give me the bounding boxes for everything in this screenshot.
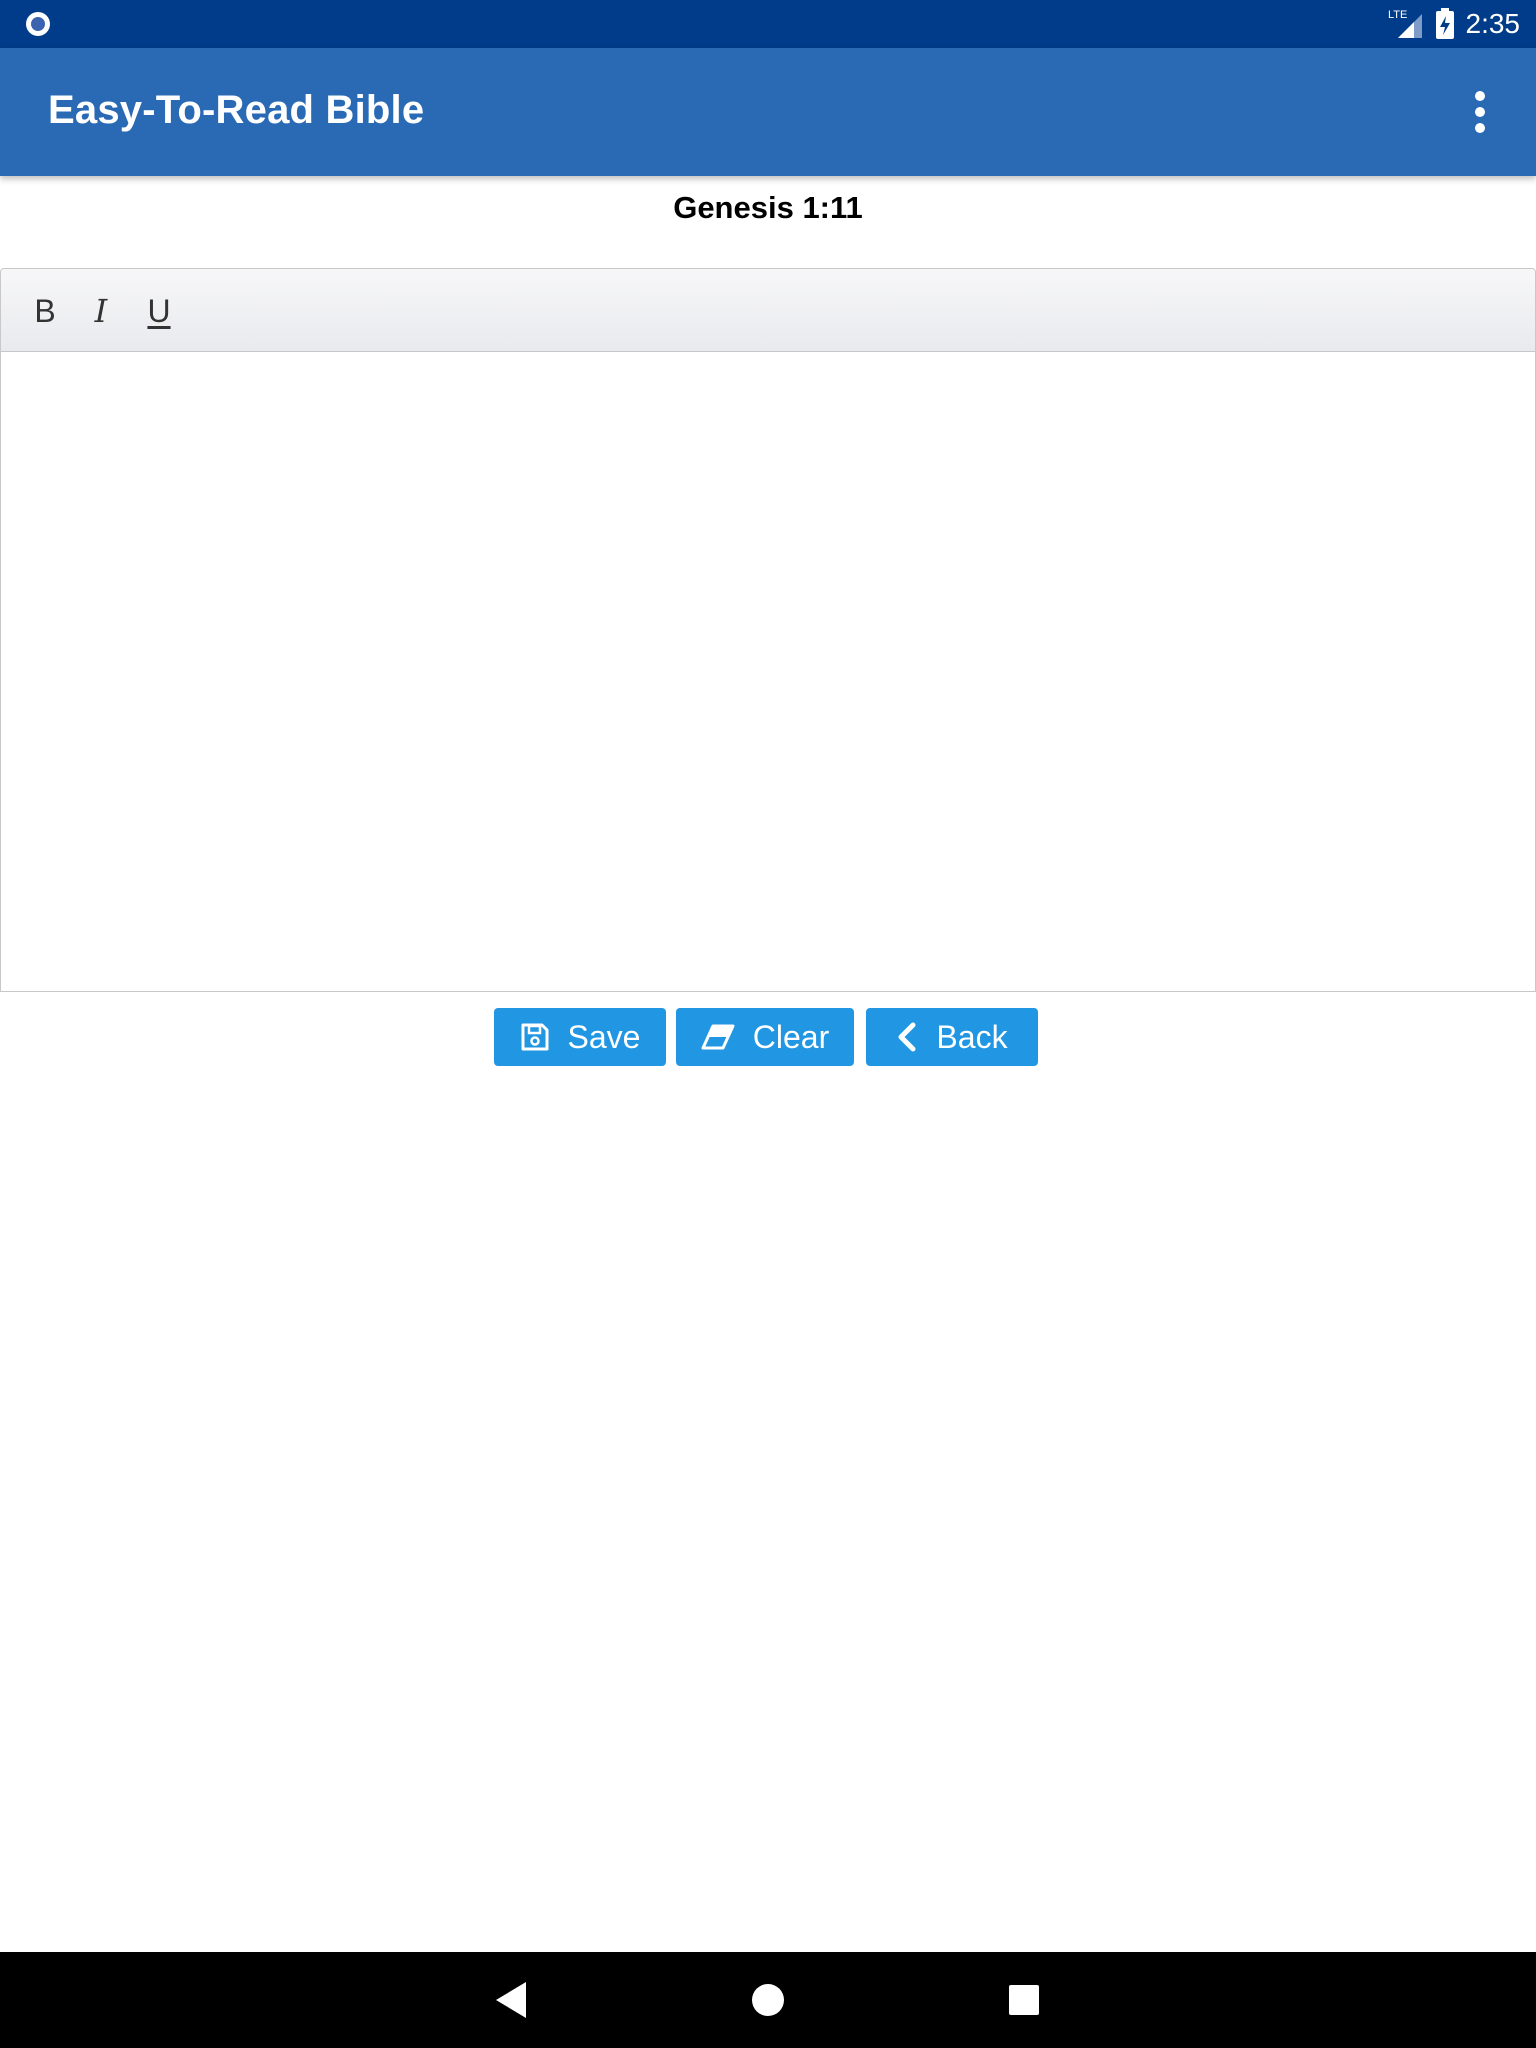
system-navigation-bar	[0, 1952, 1536, 2048]
overflow-menu-button[interactable]	[1448, 80, 1512, 144]
bold-button[interactable]: B	[23, 289, 67, 333]
more-vert-icon	[1475, 91, 1485, 133]
italic-button[interactable]: I	[79, 289, 123, 333]
clear-button[interactable]: Clear	[676, 1008, 854, 1066]
floppy-disk-icon	[521, 1023, 549, 1051]
eraser-icon	[701, 1024, 735, 1050]
status-time: 2:35	[1465, 8, 1521, 39]
clear-button-label: Clear	[752, 1018, 830, 1055]
app-title: Easy-To-Read Bible	[48, 88, 425, 132]
editor-toolbar: B I U	[1, 269, 1535, 352]
back-button[interactable]: Back	[866, 1008, 1038, 1066]
save-button-label: Save	[567, 1018, 641, 1055]
svg-text:LTE: LTE	[1388, 9, 1407, 21]
lte-signal-icon: LTE	[1388, 9, 1422, 38]
nav-home-icon[interactable]	[744, 1976, 792, 2024]
app-bar: Easy-To-Read Bible	[0, 48, 1536, 176]
nav-back-icon[interactable]	[488, 1976, 536, 2024]
battery-charging-icon	[1435, 8, 1454, 39]
status-bar: LTE 2:35	[0, 0, 1536, 48]
back-button-label: Back	[936, 1018, 1008, 1055]
nav-recents-icon[interactable]	[1000, 1976, 1048, 2024]
status-indicators: LTE 2:35	[1388, 0, 1521, 48]
underline-button[interactable]: U	[137, 289, 181, 333]
verse-reference: Genesis 1:11	[673, 190, 863, 225]
note-editor: B I U	[0, 268, 1536, 992]
chevron-left-icon	[898, 1022, 916, 1052]
notification-circle-icon	[26, 12, 50, 36]
note-text-area[interactable]	[1, 352, 1535, 990]
save-button[interactable]: Save	[494, 1008, 666, 1066]
